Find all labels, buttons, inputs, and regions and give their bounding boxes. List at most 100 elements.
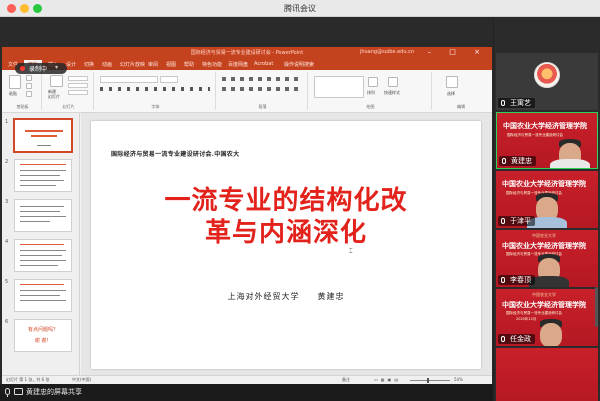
microphone-icon: [501, 218, 505, 224]
arrange-label: 排列: [367, 90, 375, 95]
powerpoint-window: 国际经济与贸易一流专业建设研讨会 - PowerPoint jhuang@sui…: [2, 47, 492, 384]
tab-view: 视图: [166, 62, 177, 68]
recording-badge[interactable]: 录制中 ▾: [15, 63, 67, 74]
participant-list: 王寓艺 中国农业大学经济管理学院 国际经济与贸易一流专业建设研讨会 黄建忠 中国…: [494, 17, 600, 401]
tab-review: 审阅: [148, 62, 159, 68]
participant-tile[interactable]: 中国农业大学 中国农业大学经济管理学院 国际经济与贸易一流专业建设研讨会 202…: [496, 289, 598, 346]
banner-logo: 中国农业大学: [532, 233, 556, 238]
title-bar: 腾讯会议: [0, 0, 600, 17]
mouse-cursor-icon: ⌶: [349, 248, 353, 255]
thumb-title-line: [31, 135, 57, 137]
participant-name: 于津平: [510, 217, 531, 225]
slide-thumbnail-3[interactable]: [14, 199, 72, 232]
banner-subtitle: 国际经济与贸易一流专业建设研讨会: [506, 311, 562, 315]
ppt-status-bar: 幻灯片 第 1 张，共 6 张 中文(中国) 备注 ▭▦▣▤ 54%: [2, 375, 492, 384]
notes-button[interactable]: 备注: [342, 377, 350, 383]
participant-name-tag: 李春顶: [498, 275, 535, 285]
slide-thumbnail-6[interactable]: 有点问题吗？ 谢 谢！: [14, 319, 72, 352]
thumb-title-line: [20, 164, 66, 165]
participant-name: 任金政: [510, 335, 531, 343]
slide-title-line-2: 革与内涵深化: [204, 218, 367, 248]
thumb-text-line: [20, 170, 66, 171]
microphone-icon: [502, 158, 506, 164]
microphone-icon[interactable]: [5, 388, 10, 395]
ribbon-group-drawing: 排列 快速样式 绘图: [310, 72, 432, 110]
quick-styles-label: 快速样式: [384, 90, 400, 95]
slide-thumbnail-4[interactable]: [14, 239, 72, 272]
participant-shirt: [529, 276, 569, 287]
participant-shirt: [550, 159, 590, 168]
select-label: 选择: [447, 91, 455, 96]
participant-name-tag: 王寓艺: [498, 98, 535, 108]
quick-styles-icon: [388, 77, 398, 87]
shapes-gallery: [314, 76, 364, 98]
thumb-text-line: [20, 295, 60, 296]
participant-tile[interactable]: 中国农业大学经济管理学院 国际经济与贸易一流专业建设研讨会 黄建忠: [496, 112, 598, 169]
ribbon-group-label: 剪贴板: [16, 104, 29, 109]
ppt-user-account: jhuang@suibe.edu.cn: [359, 49, 414, 55]
participant-tile[interactable]: 中国农业大学经济管理学院 国际经济与贸易一流专业建设研讨会 于津平: [496, 171, 598, 228]
participant-tile[interactable]: 王寓艺: [496, 53, 598, 110]
tab-animations: 动画: [102, 62, 113, 68]
layout-control: [68, 76, 88, 81]
participant-name: 李春顶: [510, 276, 531, 284]
current-slide: 国际经济与贸易一流专业建设研讨会.中国农大 一流专业的结构化改 革与内涵深化 ⌶…: [91, 121, 481, 369]
tab-tell-me: 操作说明搜索: [284, 62, 315, 68]
microphone-stand: [7, 395, 8, 397]
ribbon-group-label: 字体: [151, 104, 160, 109]
participant-scrollbar[interactable]: [595, 287, 598, 327]
thumb-number: 5: [5, 279, 9, 285]
ribbon-group-slides: 新建 幻灯片 幻灯片: [44, 72, 94, 110]
thumb-text-line: [20, 206, 64, 207]
participant-name-tag: 任金政: [498, 334, 535, 344]
participant-name: 王寓艺: [510, 99, 531, 107]
thumb-title-line: [20, 284, 64, 285]
slide-thumbnails-pane: 1 2 3 4 5 6 有点问题吗？ 谢 谢！: [2, 113, 80, 375]
participant-tile[interactable]: 中国农业大学 中国农业大学经济管理学院 国际经济与贸易一流专业建设研讨会 李春顶: [496, 230, 598, 287]
slide-subtitle: 国际经济与贸易一流专业建设研讨会.中国农大: [111, 151, 240, 158]
slide-thumbnail-1[interactable]: [14, 119, 72, 152]
microphone-icon: [501, 336, 505, 342]
avatar: [534, 62, 560, 88]
zoom-slider[interactable]: [410, 380, 450, 381]
new-slide-icon: [50, 75, 63, 87]
screen-share-label: 黄建忠的屏幕共享: [26, 388, 82, 396]
section-control: [68, 90, 88, 95]
ribbon-group-label: 绘图: [366, 104, 375, 109]
slide-thumbnail-2[interactable]: [14, 159, 72, 192]
slide-author: 上海对外经贸大学 黄建忠: [227, 292, 345, 301]
thumb-text-line: [20, 216, 66, 217]
microphone-icon: [501, 277, 505, 283]
tab-help: 帮助: [184, 62, 195, 68]
participant-tile-partial[interactable]: [496, 348, 598, 401]
font-format-buttons: [100, 87, 210, 91]
font-name-field: [100, 76, 158, 83]
recording-menu-icon: ▾: [55, 64, 59, 71]
share-bottom-bar: 黄建忠的屏幕共享: [0, 384, 493, 401]
thumb-text: 有点问题吗？: [27, 327, 58, 333]
slide-canvas-area: 国际经济与贸易一流专业建设研讨会.中国农大 一流专业的结构化改 革与内涵深化 ⌶…: [81, 113, 492, 375]
paragraph-list-buttons: [222, 77, 302, 81]
paragraph-align-buttons: [222, 87, 302, 91]
banner-title: 中国农业大学经济管理学院: [502, 180, 586, 188]
ribbon-group-label: 编辑: [457, 104, 465, 109]
zoom-slider-knob[interactable]: [427, 378, 429, 383]
thumb-text-line: [20, 260, 66, 261]
thumb-title-line: [20, 244, 64, 245]
banner-title: 中国农业大学经济管理学院: [502, 242, 586, 250]
video-banner: [496, 348, 598, 401]
thumb-text-line: [20, 265, 58, 266]
zoom-level: 54%: [454, 377, 463, 382]
slide-position-text: 幻灯片 第 1 张，共 6 张: [6, 377, 50, 382]
shared-screen: 国际经济与贸易一流专业建设研讨会 - PowerPoint jhuang@sui…: [0, 17, 493, 384]
banner-title: 中国农业大学经济管理学院: [503, 122, 587, 130]
view-buttons[interactable]: ▭▦▣▤: [374, 377, 401, 382]
reset-control: [68, 83, 88, 88]
banner-title: 中国农业大学经济管理学院: [502, 301, 586, 309]
ribbon-group-label: 幻灯片: [62, 104, 75, 109]
slide-thumbnail-5[interactable]: [14, 279, 72, 312]
thumb-number: 6: [5, 319, 9, 325]
ribbon-group-label: 段落: [258, 104, 267, 109]
copy-icon: [26, 83, 32, 89]
thumb-text-line: [20, 221, 50, 222]
